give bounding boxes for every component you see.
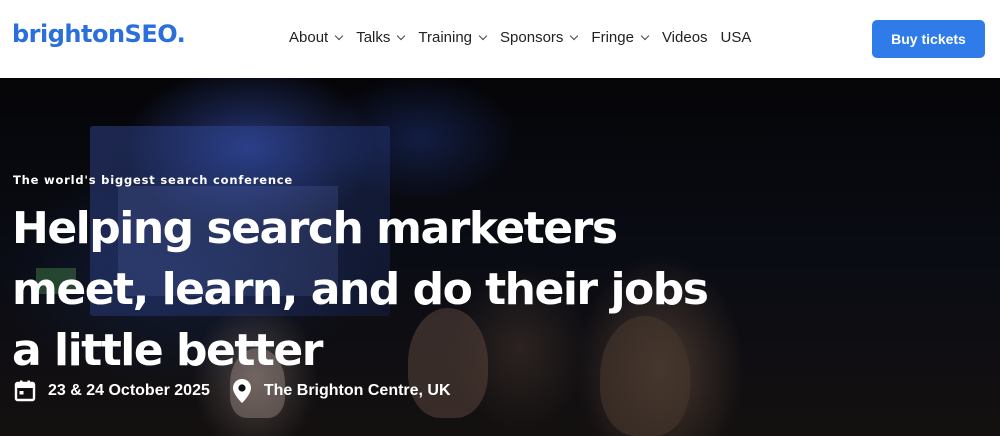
main-nav: About Talks Training Sponsors Fringe Vid… (289, 29, 764, 46)
event-venue: The Brighton Centre, UK (232, 378, 451, 404)
nav-item-sponsors[interactable]: Sponsors (500, 29, 579, 46)
event-info: 23 & 24 October 2025 The Brighton Centre… (14, 378, 473, 404)
nav-label: Sponsors (500, 29, 564, 46)
nav-item-about[interactable]: About (289, 29, 344, 46)
chevron-down-icon (640, 31, 650, 40)
brightonseo-logo[interactable]: brightonSEO. (12, 20, 186, 48)
nav-label: Talks (356, 29, 391, 46)
nav-label: USA (720, 29, 752, 46)
hero-headline: Helping search marketers meet, learn, an… (12, 203, 709, 376)
nav-item-usa[interactable]: USA (721, 29, 752, 46)
chevron-down-icon (478, 31, 488, 40)
event-venue-text: The Brighton Centre, UK (263, 382, 451, 399)
calendar-icon (14, 380, 36, 402)
nav-item-videos[interactable]: Videos (662, 29, 708, 46)
hero-tagline: The world's biggest search conference (13, 173, 294, 187)
nav-label: Videos (661, 29, 708, 46)
site-header: brightonSEO. About Talks Training Sponso… (0, 0, 1000, 78)
chevron-down-icon (570, 31, 579, 40)
chevron-down-icon (334, 31, 344, 40)
event-date: 23 & 24 October 2025 (14, 380, 210, 402)
buy-tickets-button[interactable]: Buy tickets (872, 20, 985, 58)
nav-item-training[interactable]: Training (418, 29, 488, 46)
location-pin-icon (232, 378, 252, 404)
nav-item-talks[interactable]: Talks (356, 29, 406, 46)
event-date-text: 23 & 24 October 2025 (48, 382, 210, 399)
nav-label: Fringe (591, 29, 634, 46)
nav-item-fringe[interactable]: Fringe (591, 29, 650, 46)
nav-label: Training (418, 29, 473, 46)
chevron-down-icon (397, 31, 406, 40)
nav-label: About (289, 29, 329, 46)
hero-section: The world's biggest search conference He… (0, 78, 1000, 436)
